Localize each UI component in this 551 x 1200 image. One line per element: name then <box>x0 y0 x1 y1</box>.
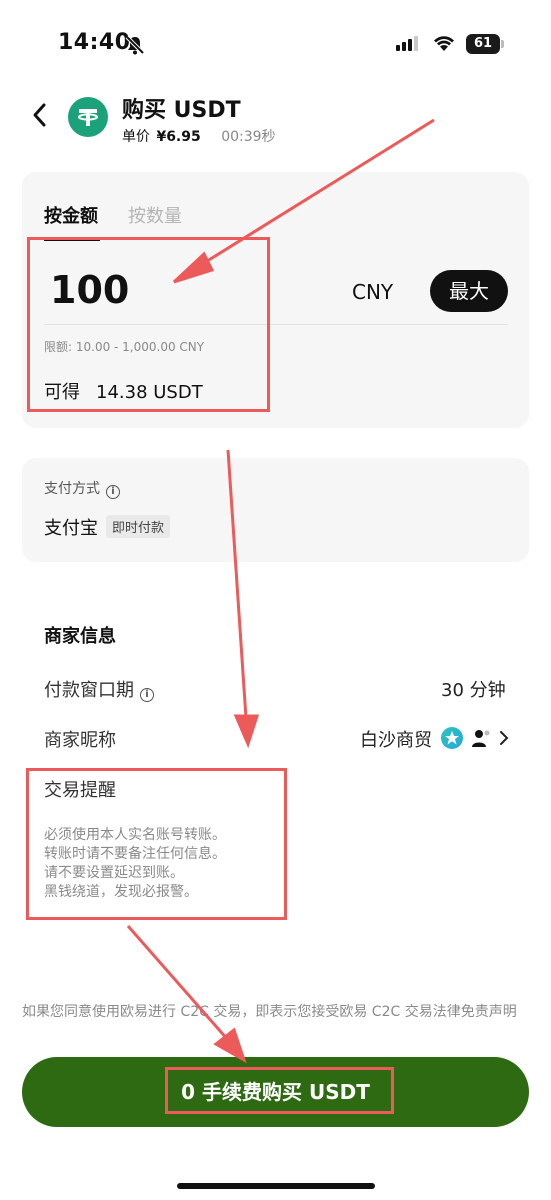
battery-level: 61 <box>466 34 500 54</box>
home-indicator <box>177 1183 375 1189</box>
payment-window-label: 付款窗口期 i <box>44 676 154 702</box>
tab-by-amount[interactable]: 按金额 <box>44 202 98 228</box>
instant-pay-tag: 即时付款 <box>106 515 171 538</box>
bell-muted-icon <box>125 35 145 55</box>
payment-window-value: 30 分钟 <box>441 680 506 701</box>
legal-disclaimer[interactable]: 如果您同意使用欧易进行 C2C 交易，即表示您接受欧易 C2C 交易法律免责声明 <box>22 1002 527 1023</box>
max-button[interactable]: 最大 <box>430 270 508 312</box>
annotation-box-button <box>165 1067 394 1114</box>
amount-tabs: 按金额 按数量 <box>44 202 212 228</box>
merchant-info-title: 商家信息 <box>44 626 116 647</box>
payment-method: 支付宝 即时付款 <box>44 514 171 540</box>
merchant-nickname[interactable]: 白沙商贸 <box>360 726 432 752</box>
chevron-right-icon[interactable] <box>499 731 509 745</box>
status-bar: 14:40 61 <box>0 0 551 90</box>
info-icon[interactable]: i <box>140 688 154 702</box>
countdown-timer: 00:39秒 <box>221 129 276 145</box>
price-line: 单价 ¥6.95 00:39秒 <box>122 126 276 146</box>
price-label: 单价 <box>122 129 150 145</box>
status-time: 14:40 <box>58 30 131 55</box>
annotation-box-amount <box>27 237 270 412</box>
wifi-icon <box>434 36 454 51</box>
annotation-arrowhead <box>213 1027 247 1064</box>
annotation-arrowhead <box>233 714 260 749</box>
payment-card[interactable]: 支付方式 i 支付宝 即时付款 <box>22 458 529 562</box>
currency-label: CNY <box>352 280 394 304</box>
payment-method-label: 支付方式 i <box>44 478 120 499</box>
annotation-box-tips <box>26 768 287 920</box>
person-icon <box>472 730 490 747</box>
tab-by-quantity[interactable]: 按数量 <box>128 202 182 228</box>
back-arrow-icon[interactable] <box>28 100 52 130</box>
verified-merchant-badge-icon <box>441 727 463 749</box>
unit-price: ¥6.95 <box>156 129 201 145</box>
usdt-coin-icon <box>68 97 108 137</box>
page-title: 购买 USDT <box>122 98 241 123</box>
battery-icon: 61 <box>466 34 504 54</box>
payment-method-name: 支付宝 <box>44 518 98 539</box>
merchant-nickname-label: 商家昵称 <box>44 730 116 751</box>
cellular-signal-icon <box>396 36 418 51</box>
info-icon[interactable]: i <box>106 485 120 499</box>
